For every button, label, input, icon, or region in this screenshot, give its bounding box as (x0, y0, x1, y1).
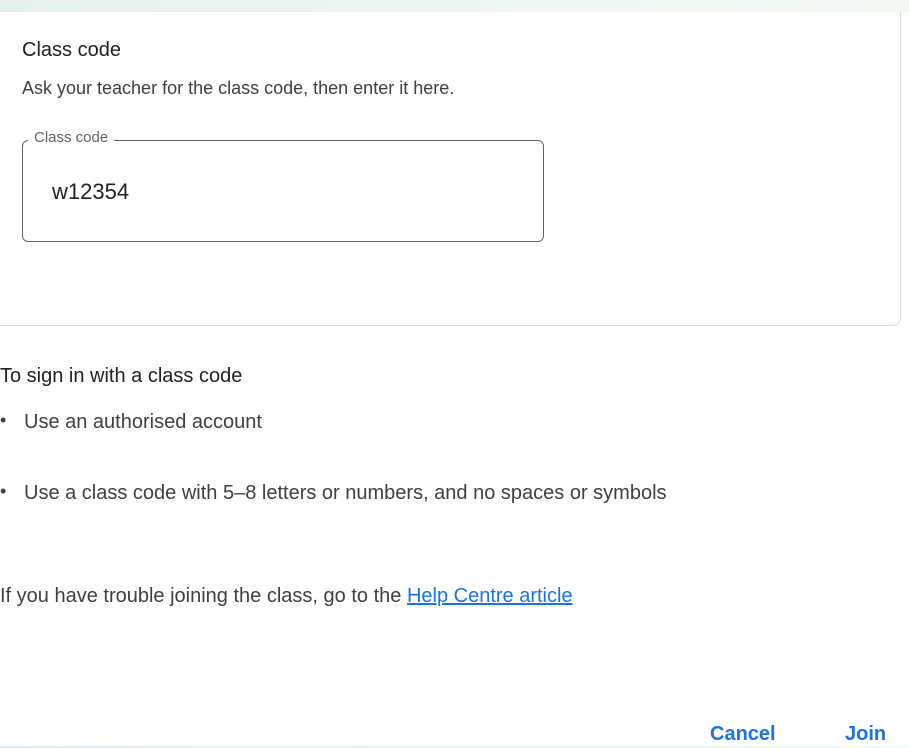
card-subtitle: Ask your teacher for the class code, the… (22, 78, 455, 98)
bullet-icon: • (0, 410, 7, 430)
class-code-input[interactable] (52, 172, 522, 212)
join-class-panel: Class code Ask your teacher for the clas… (0, 0, 909, 746)
bullet-icon: • (0, 481, 7, 501)
background-strip (0, 0, 909, 12)
list-item-text: Use a class code with 5–8 letters or num… (24, 482, 667, 504)
help-text: If you have trouble joining the class, g… (0, 582, 573, 610)
help-prefix: If you have trouble joining the class, g… (0, 585, 407, 607)
join-button[interactable]: Join (845, 720, 886, 748)
instructions-title: To sign in with a class code (0, 365, 243, 387)
class-code-field-label: Class code (28, 128, 115, 148)
cancel-button[interactable]: Cancel (710, 720, 776, 748)
list-item-text: Use an authorised account (24, 411, 262, 433)
help-centre-link[interactable]: Help Centre article (407, 585, 573, 607)
card-title: Class code (22, 39, 121, 61)
